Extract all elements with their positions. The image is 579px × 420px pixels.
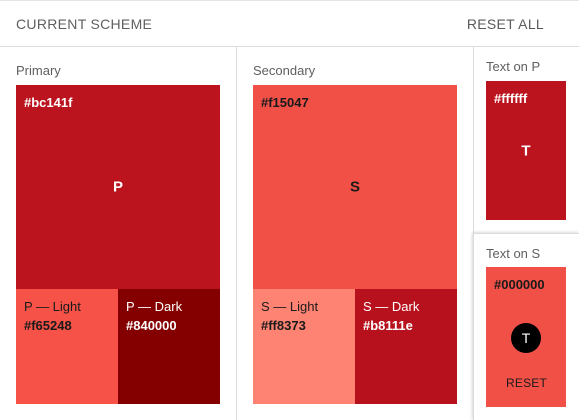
- primary-dark-swatch[interactable]: P — Dark #840000: [118, 289, 220, 404]
- text-on-s-letter-circle: T: [511, 323, 541, 353]
- scheme-header: CURRENT SCHEME RESET ALL: [0, 0, 579, 47]
- primary-panel: Primary #bc141f P P — Light #f65248 P — …: [0, 47, 237, 420]
- primary-dark-label: P — Dark: [126, 299, 183, 314]
- primary-light-hex: #f65248: [24, 318, 72, 333]
- primary-label: Primary: [16, 63, 61, 78]
- primary-letter: P: [112, 178, 124, 196]
- text-on-p-label: Text on P: [486, 59, 541, 74]
- secondary-panel: Secondary #f15047 S S — Light #ff8373 S …: [237, 47, 474, 420]
- text-on-s-panel: Text on S #000000 T RESET: [473, 233, 579, 420]
- secondary-label: Secondary: [253, 63, 316, 78]
- text-on-s-reset-button[interactable]: RESET: [506, 376, 547, 390]
- secondary-dark-hex: #b8111e: [363, 318, 413, 333]
- text-on-p-swatch[interactable]: #ffffff T: [486, 81, 566, 220]
- secondary-light-label: S — Light: [261, 299, 319, 314]
- text-on-s-letter: T: [521, 330, 531, 346]
- text-on-p-hex: #ffffff: [494, 91, 528, 106]
- secondary-light-hex: #ff8373: [261, 318, 306, 333]
- primary-hex: #bc141f: [24, 95, 73, 110]
- text-on-s-hex: #000000: [494, 277, 545, 292]
- primary-swatch[interactable]: #bc141f P: [16, 85, 220, 289]
- secondary-swatch[interactable]: #f15047 S: [253, 85, 457, 289]
- text-on-s-label: Text on S: [486, 246, 541, 261]
- primary-dark-hex: #840000: [126, 318, 177, 333]
- primary-light-swatch[interactable]: P — Light #f65248: [16, 289, 118, 404]
- text-on-p-letter: T: [521, 142, 531, 160]
- secondary-light-swatch[interactable]: S — Light #ff8373: [253, 289, 355, 404]
- text-on-s-swatch[interactable]: #000000 T RESET: [486, 267, 566, 407]
- reset-all-button[interactable]: RESET ALL: [467, 16, 544, 32]
- secondary-dark-swatch[interactable]: S — Dark #b8111e: [355, 289, 457, 404]
- primary-light-label: P — Light: [24, 299, 81, 314]
- secondary-hex: #f15047: [261, 95, 309, 110]
- secondary-dark-label: S — Dark: [363, 299, 420, 314]
- current-scheme-title: CURRENT SCHEME: [16, 16, 153, 32]
- secondary-letter: S: [349, 178, 361, 196]
